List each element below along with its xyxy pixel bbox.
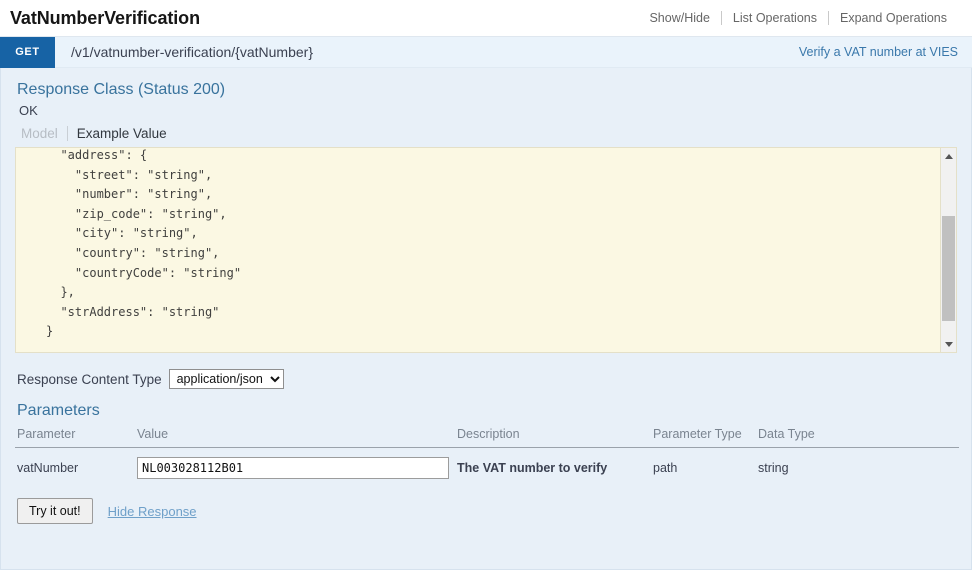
table-row: vatNumber The VAT number to verify path …: [15, 448, 959, 489]
operation-path[interactable]: /v1/vatnumber-verification/{vatNumber}: [55, 44, 799, 60]
parameter-type: path: [653, 461, 678, 475]
example-value-code-block: "address": { "street": "string", "number…: [15, 147, 957, 353]
parameters-heading: Parameters: [17, 402, 100, 419]
operation: GET /v1/vatnumber-verification/{vatNumbe…: [0, 36, 972, 570]
column-header-value: Value: [135, 423, 455, 448]
tab-model[interactable]: Model: [21, 126, 67, 141]
column-header-data-type: Data Type: [756, 423, 959, 448]
resource-header: VatNumberVerification Show/Hide List Ope…: [0, 0, 972, 36]
http-method-badge: GET: [0, 36, 55, 68]
column-header-description: Description: [455, 423, 651, 448]
show-hide-link[interactable]: Show/Hide: [638, 11, 720, 25]
vat-number-input[interactable]: [137, 457, 449, 479]
parameter-description: The VAT number to verify: [457, 461, 608, 475]
hide-response-link[interactable]: Hide Response: [108, 504, 197, 519]
response-status-text: OK: [19, 103, 38, 118]
model-example-tabs: Model Example Value: [21, 126, 957, 141]
response-content-type-select[interactable]: application/json: [168, 369, 284, 389]
response-content-type-label: Response Content Type: [17, 371, 162, 387]
parameters-table: Parameter Value Description Parameter Ty…: [15, 423, 959, 488]
operation-body: Response Class (Status 200) OK Model Exa…: [0, 68, 972, 570]
page-title: VatNumberVerification: [10, 7, 200, 28]
operation-actions: Try it out! Hide Response: [17, 498, 957, 524]
table-header-row: Parameter Value Description Parameter Ty…: [15, 423, 959, 448]
parameter-name: vatNumber: [17, 461, 79, 475]
parameter-data-type: string: [758, 461, 789, 475]
try-it-out-button[interactable]: Try it out!: [17, 498, 93, 524]
code-scrollbar[interactable]: [940, 148, 956, 352]
list-operations-link[interactable]: List Operations: [722, 11, 828, 25]
example-value-json: "address": { "street": "string", "number…: [46, 148, 242, 339]
response-class-heading: Response Class (Status 200): [17, 81, 226, 98]
scroll-down-icon[interactable]: [941, 336, 956, 352]
expand-operations-link[interactable]: Expand Operations: [829, 11, 958, 25]
resource-options: Show/Hide List Operations Expand Operati…: [638, 11, 958, 25]
column-header-parameter: Parameter: [15, 423, 135, 448]
parameter-value-cell: [135, 448, 455, 489]
scrollbar-thumb[interactable]: [942, 216, 955, 321]
tab-example-value[interactable]: Example Value: [68, 126, 167, 141]
response-content-type-row: Response Content Type application/json: [17, 369, 957, 389]
scroll-up-icon[interactable]: [941, 148, 956, 164]
column-header-parameter-type: Parameter Type: [651, 423, 756, 448]
external-doc-link[interactable]: Verify a VAT number at VIES: [799, 45, 972, 59]
operation-bar[interactable]: GET /v1/vatnumber-verification/{vatNumbe…: [0, 36, 972, 68]
